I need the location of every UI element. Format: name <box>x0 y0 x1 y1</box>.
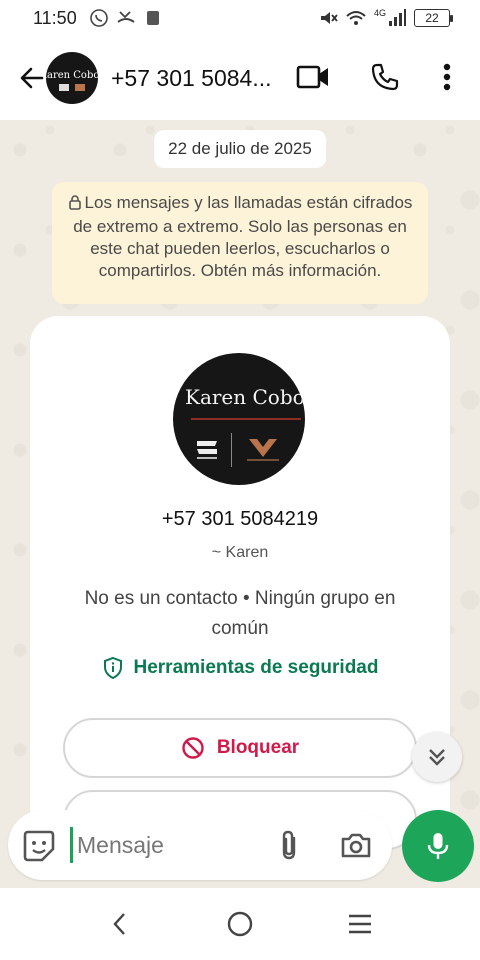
avatar-logos <box>59 83 85 91</box>
security-tools-label: Herramientas de seguridad <box>133 657 379 678</box>
camera-icon <box>341 833 371 858</box>
battery-level: 22 <box>425 11 439 25</box>
double-chevron-down-icon <box>429 749 445 766</box>
paperclip-icon <box>282 830 296 860</box>
signal-icon <box>389 9 406 26</box>
missed-call-icon <box>117 11 135 23</box>
voice-call-button[interactable] <box>360 52 410 102</box>
message-input[interactable] <box>70 827 260 863</box>
encryption-text: Los mensajes y las llamadas están cifrad… <box>73 193 413 280</box>
avatar-large-name: Karen Cobos <box>185 385 305 409</box>
battery-icon: 22 <box>414 9 453 27</box>
block-button[interactable]: Bloquear <box>63 718 417 778</box>
status-bar: 11:50 4G 22 <box>0 0 480 36</box>
chat-header: Karen Cobos +57 301 5084... <box>0 36 480 120</box>
date-separator: 22 de julio de 2025 <box>154 130 326 168</box>
network-type: 4G <box>373 8 386 18</box>
more-options-button[interactable] <box>422 52 472 102</box>
block-label: Bloquear <box>216 737 300 758</box>
video-call-button[interactable] <box>288 52 338 102</box>
nav-home-button[interactable] <box>220 904 260 944</box>
camera-button[interactable] <box>338 828 374 862</box>
nav-back-button[interactable] <box>100 904 140 944</box>
app-notification-icon <box>146 11 159 25</box>
block-icon <box>182 737 204 759</box>
shield-icon <box>103 656 122 680</box>
profile-avatar[interactable]: Karen Cobos <box>173 353 305 485</box>
back-button[interactable] <box>0 48 46 108</box>
phone-icon <box>371 63 399 91</box>
avatar-name-text: Karen Cobos <box>46 69 98 81</box>
arrow-left-icon <box>20 67 44 89</box>
mute-icon <box>320 12 338 24</box>
cupra-logo-icon <box>247 439 279 461</box>
emoji-button[interactable] <box>22 829 56 863</box>
more-vertical-icon <box>443 63 451 91</box>
chevron-left-icon <box>113 913 125 935</box>
wifi-icon <box>346 11 366 25</box>
message-composer <box>8 810 392 880</box>
voice-message-button[interactable] <box>402 810 474 882</box>
whatsapp-icon <box>89 9 108 27</box>
contact-alias: ~ Karen <box>211 544 269 561</box>
microphone-icon <box>427 833 449 859</box>
contact-title[interactable]: +57 301 5084... <box>111 65 276 92</box>
attach-button[interactable] <box>272 828 306 862</box>
status-time: 11:50 <box>33 7 77 28</box>
system-icons: 4G 22 <box>318 8 453 28</box>
system-navigation-bar <box>0 888 480 960</box>
menu-icon <box>349 914 371 934</box>
home-circle-icon <box>227 911 253 937</box>
nav-recents-button[interactable] <box>340 904 380 944</box>
encryption-notice[interactable]: Los mensajes y las llamadas están cifrad… <box>52 182 428 304</box>
notification-icons <box>89 8 163 28</box>
contact-phone-number: +57 301 5084219 <box>161 508 319 530</box>
scroll-to-bottom-button[interactable] <box>412 732 462 782</box>
video-camera-icon <box>296 65 328 89</box>
contact-avatar[interactable]: Karen Cobos <box>46 52 98 104</box>
logo-divider <box>231 433 232 467</box>
sticker-icon <box>23 830 55 862</box>
contact-info-card: Karen Cobos +57 301 5084219 ~ Karen No e… <box>30 316 450 850</box>
avatar-subtitle-line <box>191 418 301 420</box>
security-tools-link[interactable]: Herramientas de seguridad <box>30 656 450 680</box>
lock-icon <box>68 194 82 216</box>
contact-relation-text: No es un contacto • Ningún grupo en comú… <box>84 588 396 639</box>
seat-logo-icon <box>197 441 217 459</box>
